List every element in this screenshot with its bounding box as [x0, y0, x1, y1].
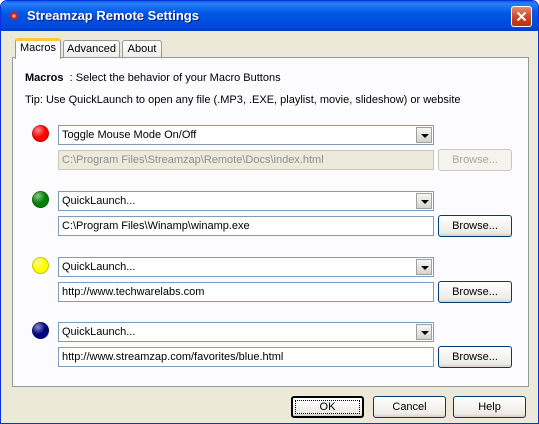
tab-macros[interactable]: Macros: [15, 38, 61, 59]
macros-heading-desc: : Select the behavior of your Macro Butt…: [69, 72, 281, 84]
blue-macro-dot: [32, 322, 49, 339]
red-macro-path-field: C:\Program Files\Streamzap\Remote\Docs\i…: [58, 150, 434, 170]
macros-heading: Macros : Select the behavior of your Mac…: [25, 72, 281, 84]
red-macro-action-value: Toggle Mouse Mode On/Off: [62, 129, 197, 141]
tab-about[interactable]: About: [122, 40, 162, 58]
green-macro-action-select[interactable]: QuickLaunch...: [58, 191, 434, 211]
macros-tip: Tip: Use QuickLaunch to open any file (.…: [25, 94, 461, 106]
chevron-down-icon[interactable]: [416, 193, 432, 209]
help-button[interactable]: Help: [453, 396, 526, 418]
green-macro-browse-button[interactable]: Browse...: [438, 215, 512, 237]
green-macro-action-value: QuickLaunch...: [62, 195, 136, 207]
close-icon: [516, 11, 527, 22]
blue-macro-action-select[interactable]: QuickLaunch...: [58, 322, 434, 342]
settings-window: Streamzap Remote Settings Macros Advance…: [0, 0, 539, 424]
chevron-down-icon[interactable]: [416, 324, 432, 340]
red-macro-browse-button: Browse...: [438, 149, 512, 171]
app-icon: [7, 9, 21, 23]
yellow-macro-action-select[interactable]: QuickLaunch...: [58, 257, 434, 277]
green-macro-path-field[interactable]: C:\Program Files\Winamp\winamp.exe: [58, 216, 434, 236]
focus-ring: [295, 400, 360, 414]
tab-advanced[interactable]: Advanced: [63, 40, 120, 58]
ok-button[interactable]: OK: [291, 396, 364, 418]
red-macro-dot: [32, 125, 49, 142]
yellow-macro-path-field[interactable]: http://www.techwarelabs.com: [58, 282, 434, 302]
macros-heading-label: Macros: [25, 72, 64, 84]
green-macro-dot: [32, 191, 49, 208]
macros-panel: Macros : Select the behavior of your Mac…: [12, 57, 529, 387]
chevron-down-icon[interactable]: [416, 127, 432, 143]
cancel-button[interactable]: Cancel: [373, 396, 446, 418]
yellow-macro-dot: [32, 257, 49, 274]
blue-macro-action-value: QuickLaunch...: [62, 326, 136, 338]
blue-macro-browse-button[interactable]: Browse...: [438, 346, 512, 368]
close-button[interactable]: [511, 6, 532, 27]
chevron-down-icon[interactable]: [416, 259, 432, 275]
yellow-macro-browse-button[interactable]: Browse...: [438, 281, 512, 303]
blue-macro-path-field[interactable]: http://www.streamzap.com/favorites/blue.…: [58, 347, 434, 367]
yellow-macro-action-value: QuickLaunch...: [62, 261, 136, 273]
title-bar[interactable]: Streamzap Remote Settings: [1, 1, 538, 31]
red-macro-action-select[interactable]: Toggle Mouse Mode On/Off: [58, 125, 434, 145]
window-title: Streamzap Remote Settings: [27, 8, 199, 23]
